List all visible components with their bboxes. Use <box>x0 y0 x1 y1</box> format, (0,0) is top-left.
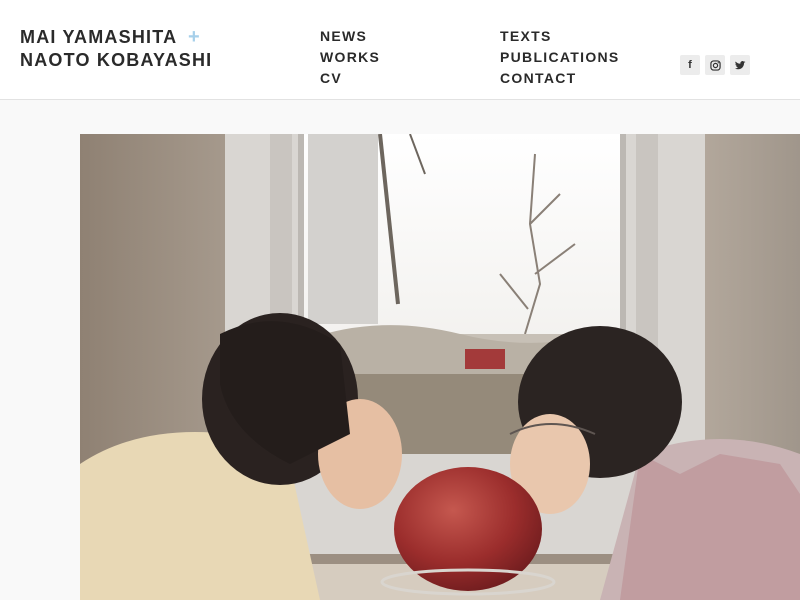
site-title-line2: NAOTO KOBAYASHI <box>20 50 213 70</box>
main-nav-column-1: NEWS WORKS CV <box>320 26 380 89</box>
nav-link-cv[interactable]: CV <box>320 68 380 89</box>
facebook-button[interactable]: f <box>680 55 700 75</box>
plus-icon: + <box>188 26 200 48</box>
nav-link-works[interactable]: WORKS <box>320 47 380 68</box>
main-nav-column-2: TEXTS PUBLICATIONS CONTACT <box>500 26 620 89</box>
nav-link-contact[interactable]: CONTACT <box>500 68 620 89</box>
site-title-line1: MAI YAMASHITA <box>20 27 178 47</box>
social-links: f <box>680 55 750 75</box>
nav-link-texts[interactable]: TEXTS <box>500 26 620 47</box>
instagram-button[interactable] <box>705 55 725 75</box>
hero-image <box>80 134 800 600</box>
facebook-icon: f <box>688 59 692 71</box>
nav-link-news[interactable]: NEWS <box>320 26 380 47</box>
site-title-link[interactable]: MAI YAMASHITA NAOTO KOBAYASHI <box>20 26 212 72</box>
instagram-icon <box>709 59 721 71</box>
site-header: MAI YAMASHITA NAOTO KOBAYASHI + NEWS WOR… <box>0 0 800 100</box>
nav-link-publications[interactable]: PUBLICATIONS <box>500 47 620 68</box>
twitter-button[interactable] <box>730 55 750 75</box>
twitter-icon <box>734 60 746 69</box>
hero-photo-illustration <box>80 134 800 600</box>
